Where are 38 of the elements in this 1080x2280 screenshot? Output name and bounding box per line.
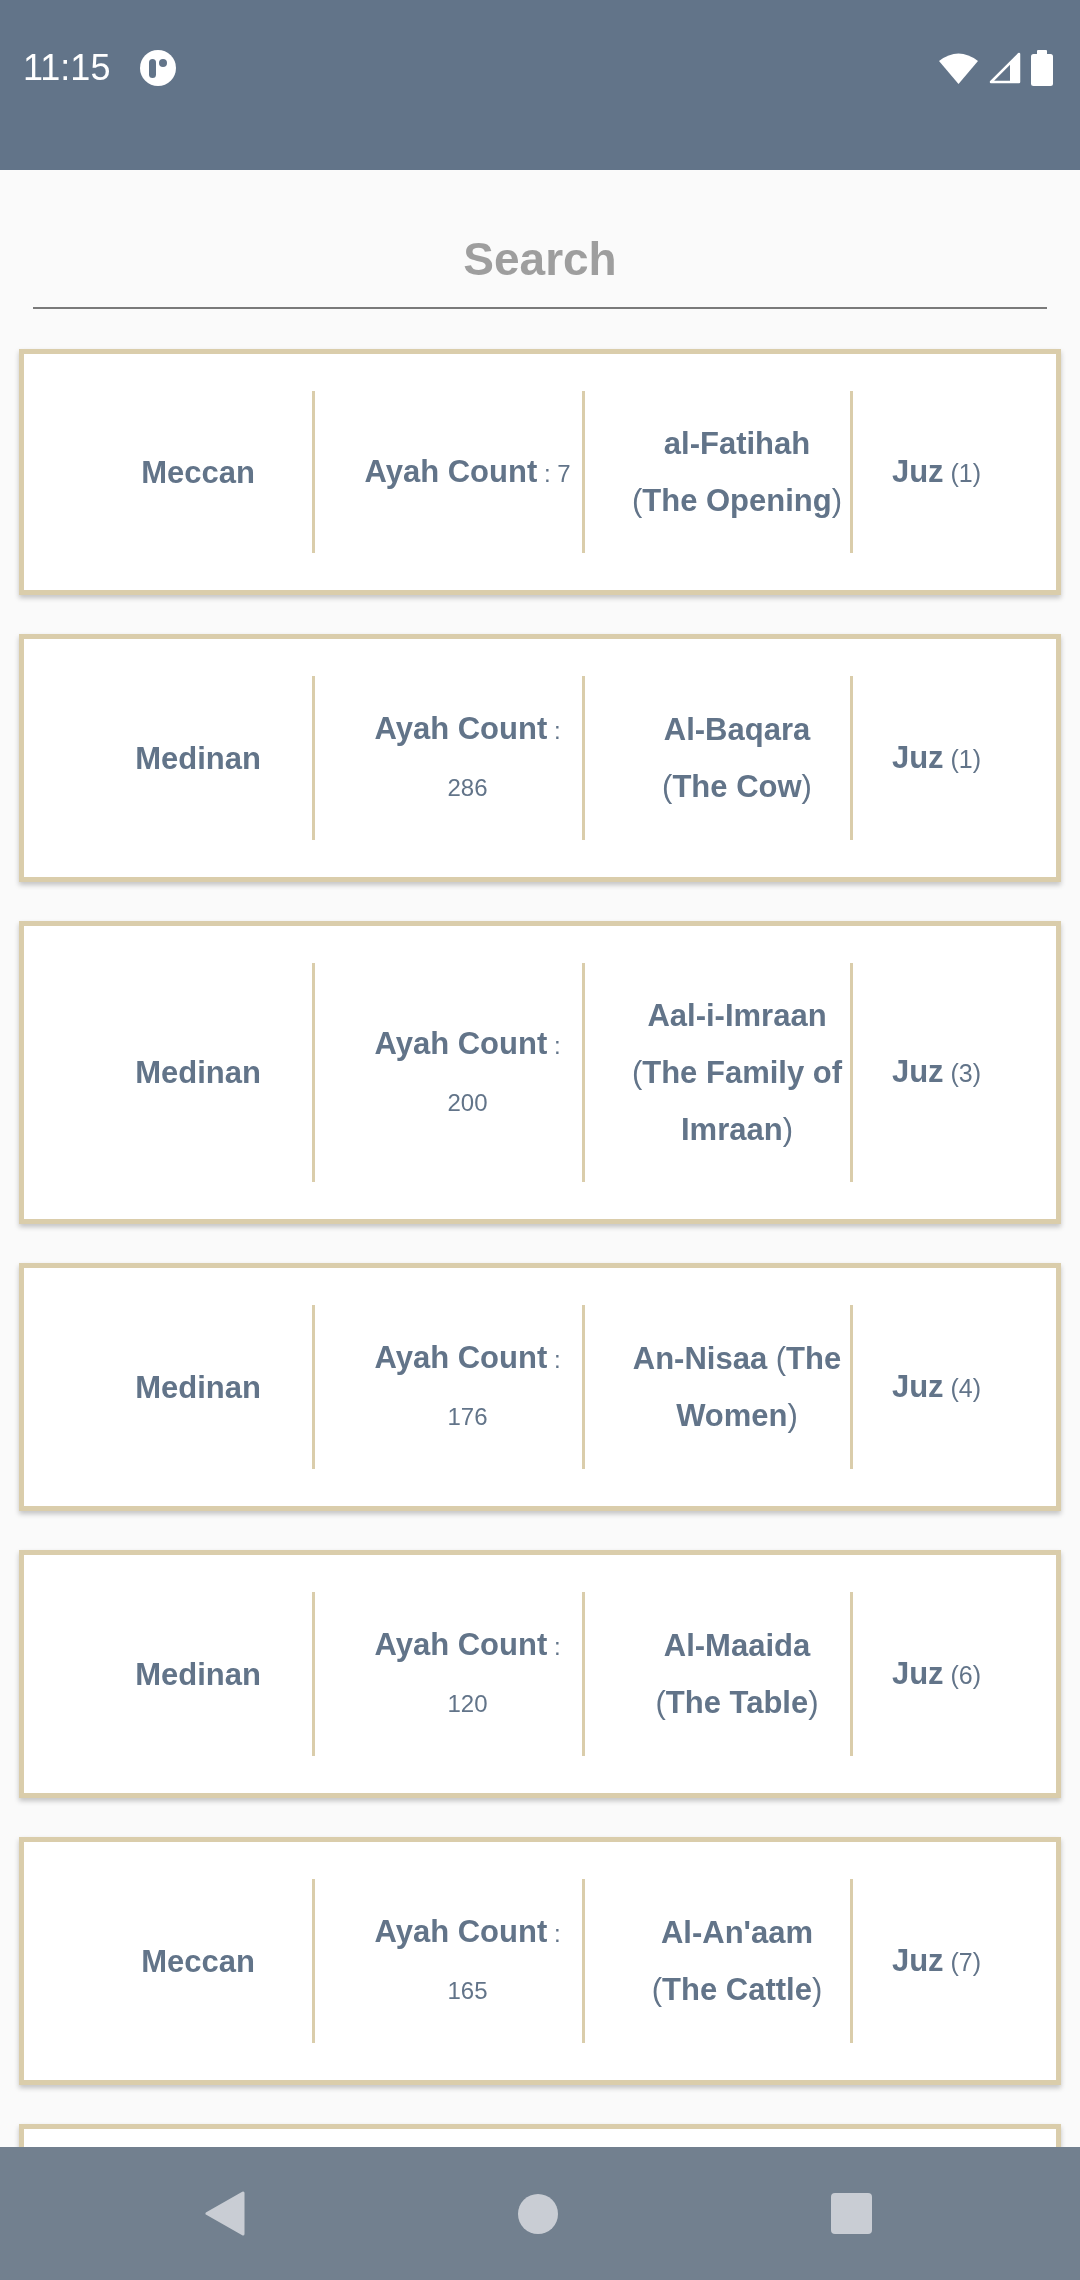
time-text: 11:15 — [23, 50, 111, 86]
surah-card[interactable]: Meccan Ayah Count : 7 al-Fatihah (The Opening) Juz (1) — [19, 349, 1061, 595]
juz-text: Juz (1) — [891, 738, 982, 777]
juz-text: Juz (1) — [891, 452, 982, 491]
ayah-count-text: Ayah Count : 7 — [364, 452, 571, 491]
surah-name-text: Al-Maaida (The Table) — [654, 1627, 820, 1722]
wifi-icon — [939, 52, 978, 84]
surah-card[interactable]: Medinan Ayah Count : 120 Al-Maaida (The Table) Juz (6) — [19, 1550, 1061, 1798]
revelation-type-text: Medinan — [135, 1655, 261, 1694]
revelation-type-text: Medinan — [135, 739, 261, 778]
battery-icon — [1031, 50, 1053, 86]
surah-name-text: An-Nisaa (The Women) — [631, 1340, 843, 1435]
juz-text: Juz (4) — [891, 1367, 982, 1406]
juz-text: Juz (3) — [891, 1053, 982, 1091]
search-field[interactable]: Search — [33, 210, 1047, 309]
surah-card[interactable]: Medinan Ayah Count : 176 An-Nisaa (The Women) Juz (4) — [19, 1263, 1061, 1511]
ayah-count-text: Ayah Count : 176 — [373, 1339, 562, 1432]
notification-icon — [140, 50, 177, 86]
ayah-count-text: Ayah Count : 165 — [373, 1913, 562, 2006]
revelation-type-text: Medinan — [135, 1368, 261, 1407]
ayah-count-text: Ayah Count : 286 — [373, 710, 562, 803]
surah-card[interactable]: Medinan Ayah Count : 286 Al-Baqara (The Cow) Juz (1) — [19, 634, 1061, 882]
revelation-type-text: Meccan — [141, 1942, 255, 1981]
ayah-count-text: Ayah Count : 200 — [373, 1024, 562, 1118]
surah-name-text: Al-An'aam (The Cattle) — [650, 1914, 824, 2009]
surah-card[interactable]: Meccan Ayah Count : 165 Al-An'aam (The Cattle) Juz (7) — [19, 1837, 1061, 2085]
surah-name-text: al-Fatihah (The Opening) — [631, 425, 843, 520]
surah-name-text: Aal-i-Imraan (The Family of Imraan) — [631, 997, 843, 1149]
ayah-count-text: Ayah Count : 120 — [373, 1626, 562, 1719]
surah-name-text: Al-Baqara (The Cow) — [661, 711, 813, 806]
revelation-type-text: Meccan — [141, 453, 255, 492]
signal-icon — [989, 52, 1021, 84]
juz-text: Juz (6) — [891, 1654, 982, 1693]
revelation-type-text: Medinan — [135, 1054, 261, 1092]
back-icon[interactable] — [205, 2191, 245, 2236]
surah-card[interactable]: Medinan Ayah Count : 200 Aal-i-Imraan (The Family of Imraan) Juz (3) — [19, 921, 1061, 1224]
home-icon[interactable] — [518, 2193, 558, 2234]
juz-text: Juz (7) — [891, 1941, 982, 1980]
